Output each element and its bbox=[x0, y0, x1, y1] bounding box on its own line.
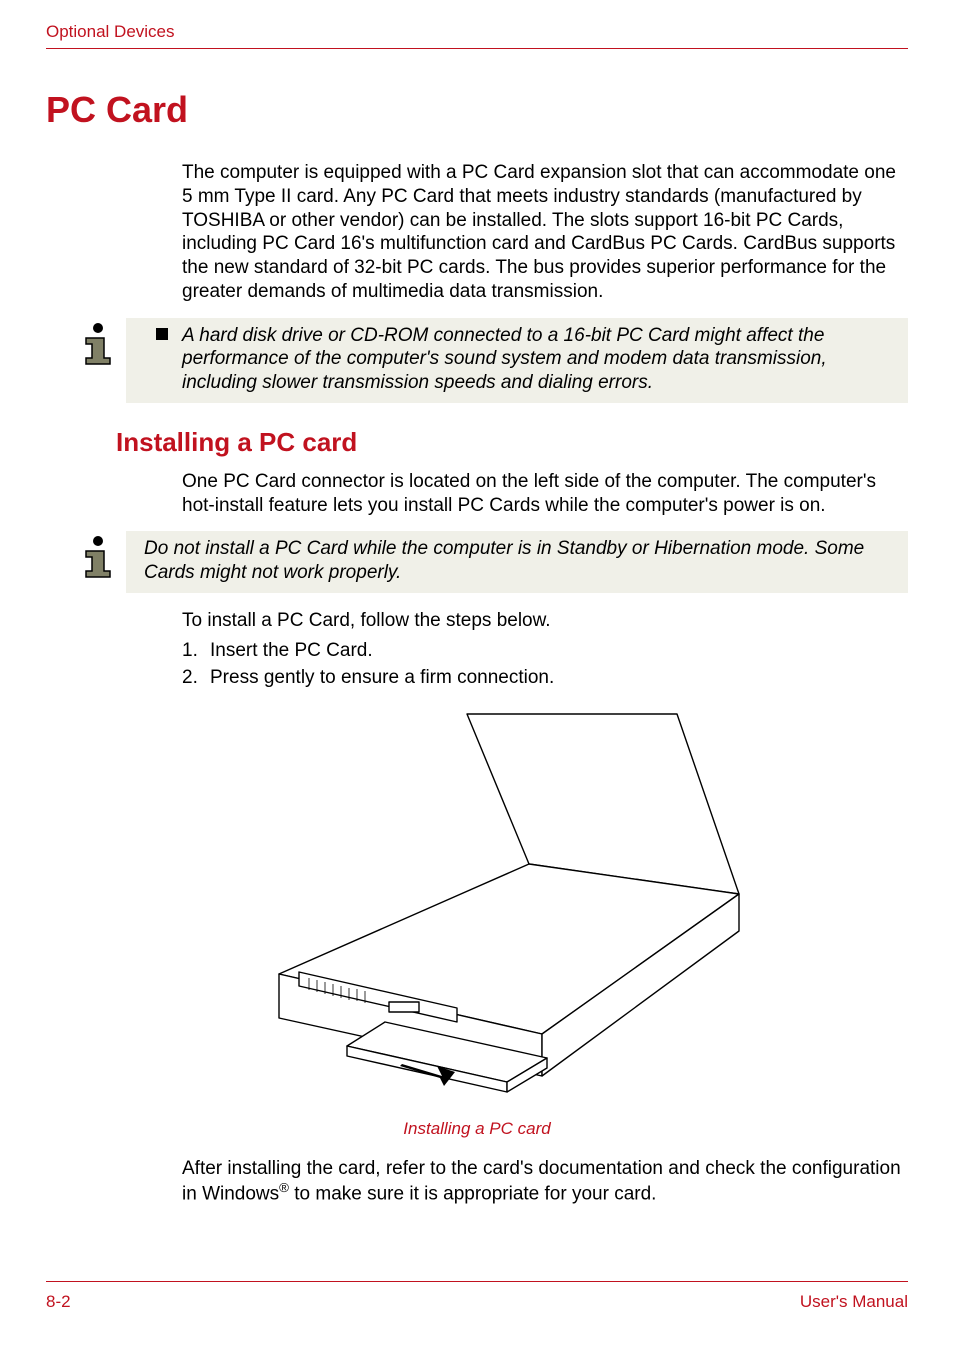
bullet-icon bbox=[156, 328, 168, 340]
laptop-pc-card-illustration bbox=[207, 706, 747, 1106]
intro-paragraph: The computer is equipped with a PC Card … bbox=[182, 161, 908, 304]
steps-list: 1. Insert the PC Card. 2. Press gently t… bbox=[182, 637, 908, 692]
page: Optional Devices PC Card The computer is… bbox=[0, 0, 954, 1352]
list-item: 2. Press gently to ensure a firm connect… bbox=[182, 664, 908, 692]
list-item: 1. Insert the PC Card. bbox=[182, 637, 908, 665]
step-text: Insert the PC Card. bbox=[210, 637, 373, 665]
install-paragraph: One PC Card connector is located on the … bbox=[182, 470, 908, 518]
list-number: 2. bbox=[182, 664, 210, 692]
note-text-2: Do not install a PC Card while the compu… bbox=[144, 538, 864, 583]
info-icon bbox=[76, 535, 120, 588]
note-box-2: Do not install a PC Card while the compu… bbox=[126, 531, 908, 593]
footer-manual-label: User's Manual bbox=[800, 1292, 908, 1312]
step-text: Press gently to ensure a firm connection… bbox=[210, 664, 554, 692]
running-header: Optional Devices bbox=[46, 22, 908, 49]
list-number: 1. bbox=[182, 637, 210, 665]
info-icon bbox=[76, 322, 120, 375]
page-number: 8-2 bbox=[46, 1292, 71, 1312]
registered-mark: ® bbox=[279, 1180, 289, 1195]
header-text: Optional Devices bbox=[46, 22, 175, 41]
subsection-heading-installing: Installing a PC card bbox=[116, 427, 908, 458]
note-box-1: A hard disk drive or CD-ROM connected to… bbox=[126, 318, 908, 403]
page-footer: 8-2 User's Manual bbox=[46, 1281, 908, 1312]
figure-caption: Installing a PC card bbox=[46, 1119, 908, 1139]
note-text-1: A hard disk drive or CD-ROM connected to… bbox=[182, 325, 827, 394]
figure bbox=[46, 706, 908, 1111]
after-install-paragraph: After installing the card, refer to the … bbox=[182, 1157, 908, 1207]
steps-intro: To install a PC Card, follow the steps b… bbox=[182, 609, 908, 633]
section-heading-pc-card: PC Card bbox=[46, 89, 908, 131]
